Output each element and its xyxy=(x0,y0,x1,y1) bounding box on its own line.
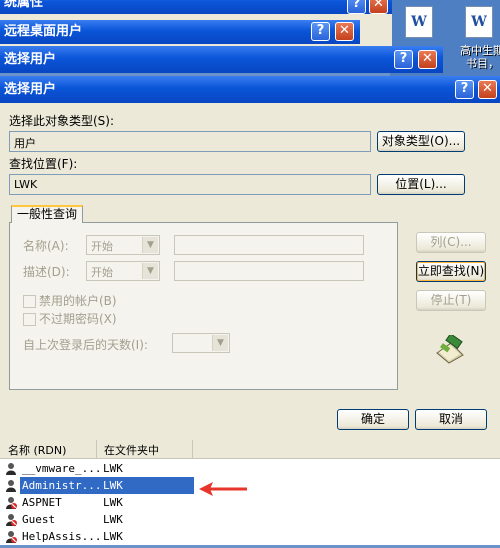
non-expiring-password-checkbox[interactable]: 不过期密码(X) xyxy=(23,310,117,327)
name-match-select[interactable]: 开始 ▼ xyxy=(86,235,160,255)
window-titlebar: 选择用户 xyxy=(0,46,443,73)
window-title: 选择用户 xyxy=(4,52,57,67)
chevron-down-icon: ▼ xyxy=(212,335,228,351)
description-match-value: 开始 xyxy=(91,266,113,279)
find-now-button[interactable]: 立即查找(N) xyxy=(416,261,486,282)
chevron-down-icon: ▼ xyxy=(142,237,158,253)
disabled-user-icon xyxy=(5,513,17,526)
disabled-user-icon xyxy=(5,496,17,509)
object-type-field[interactable]: 用户 xyxy=(9,131,371,152)
description-match-select[interactable]: 开始 ▼ xyxy=(86,261,160,281)
location-label: 查找位置(F): xyxy=(9,157,78,171)
word-document-icon[interactable]: W xyxy=(405,6,433,38)
row-folder: LWK xyxy=(103,479,123,492)
checkbox-label: 禁用的帐户(B) xyxy=(39,294,117,308)
column-divider[interactable] xyxy=(96,440,97,458)
help-icon[interactable]: ? xyxy=(311,22,330,41)
table-row[interactable]: __vmware_... LWK xyxy=(0,460,500,477)
column-divider[interactable] xyxy=(192,440,193,458)
user-icon xyxy=(5,462,17,475)
table-row[interactable]: Guest LWK xyxy=(0,511,500,528)
checkbox-box xyxy=(23,313,36,326)
row-folder: LWK xyxy=(103,496,123,509)
word-document-icon[interactable]: W xyxy=(465,6,493,38)
help-icon[interactable]: ? xyxy=(455,80,474,99)
checkbox-label: 不过期密码(X) xyxy=(39,312,117,326)
table-row[interactable]: HelpAssis... LWK xyxy=(0,528,500,545)
desktop-icon-label: 书目， xyxy=(466,57,499,70)
window-titlebar: 统属性 xyxy=(0,0,392,14)
disabled-accounts-checkbox[interactable]: 禁用的帐户(B) xyxy=(23,292,117,309)
ok-button[interactable]: 确定 xyxy=(337,409,409,430)
close-icon[interactable]: ✕ xyxy=(369,0,388,14)
table-row[interactable]: ASPNET LWK xyxy=(0,494,500,511)
column-header-name[interactable]: 名称 (RDN) xyxy=(8,442,66,458)
close-icon[interactable]: ✕ xyxy=(335,22,354,41)
object-types-button[interactable]: 对象类型(O)... xyxy=(377,131,465,152)
days-since-login-label: 自上次登录后的天数(I): xyxy=(23,338,148,352)
results-header: 名称 (RDN) 在文件夹中 xyxy=(0,440,500,459)
window-titlebar: 远程桌面用户 xyxy=(0,20,360,44)
stop-button[interactable]: 停止(T) xyxy=(416,290,486,311)
description-label: 描述(D): xyxy=(23,265,70,279)
columns-button[interactable]: 列(C)... xyxy=(416,232,486,253)
row-folder: LWK xyxy=(103,530,123,543)
locations-button[interactable]: 位置(L)... xyxy=(377,174,465,195)
cancel-button[interactable]: 取消 xyxy=(415,409,487,430)
name-match-value: 开始 xyxy=(91,240,113,253)
close-icon[interactable]: ✕ xyxy=(478,80,497,99)
name-input[interactable] xyxy=(174,235,364,255)
table-row[interactable]: Administr... LWK xyxy=(0,477,500,494)
help-icon[interactable]: ? xyxy=(394,50,413,69)
window-title: 统属性 xyxy=(4,0,44,10)
user-icon xyxy=(5,479,17,492)
name-label: 名称(A): xyxy=(23,239,69,253)
search-flashlight-icon xyxy=(436,335,464,364)
location-field[interactable]: LWK xyxy=(9,174,371,195)
dialog-title: 选择用户 xyxy=(4,82,57,97)
row-folder: LWK xyxy=(103,513,123,526)
checkbox-box xyxy=(23,295,36,308)
disabled-user-icon xyxy=(5,530,17,543)
object-type-label: 选择此对象类型(S): xyxy=(9,114,115,128)
dialog-titlebar: 选择用户 xyxy=(0,76,500,103)
window-title: 远程桌面用户 xyxy=(4,24,83,39)
close-icon[interactable]: ✕ xyxy=(418,50,437,69)
days-since-login-select[interactable]: ▼ xyxy=(172,333,230,353)
description-input[interactable] xyxy=(174,261,364,281)
chevron-down-icon: ▼ xyxy=(142,263,158,279)
tab-general-query[interactable]: 一般性查询 xyxy=(11,205,83,223)
help-icon[interactable]: ? xyxy=(347,0,366,14)
row-folder: LWK xyxy=(103,462,123,475)
search-results-list: 名称 (RDN) 在文件夹中 __vmware_... LWK Administr.… xyxy=(0,440,500,545)
column-header-folder[interactable]: 在文件夹中 xyxy=(104,442,159,458)
